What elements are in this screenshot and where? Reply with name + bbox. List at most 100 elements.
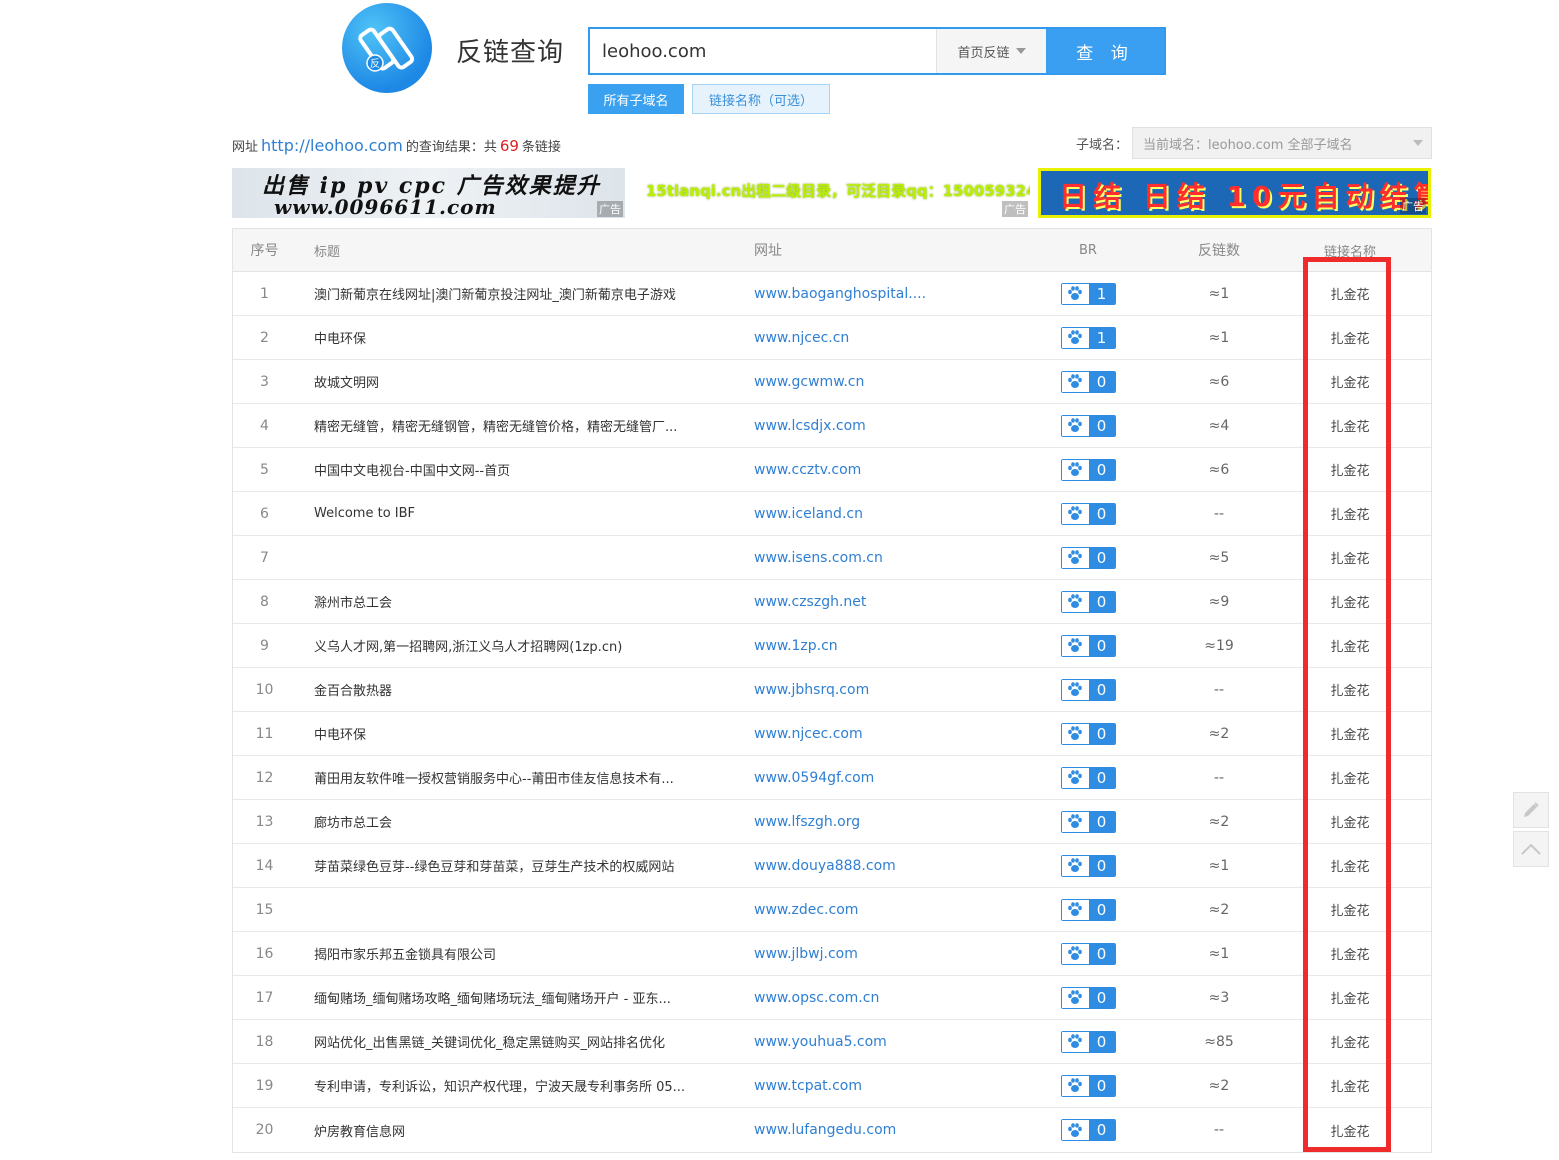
br-badge[interactable]: 0 <box>1060 810 1116 833</box>
table-row: 15 www.zdec.com 0 ≈2 扎金花 <box>233 888 1431 932</box>
row-backlink-count: ≈2 <box>1208 901 1230 918</box>
br-badge[interactable]: 1 <box>1060 282 1116 305</box>
row-index: 12 <box>255 769 274 786</box>
row-url-link[interactable]: www.iceland.cn <box>753 506 1013 522</box>
row-link-name: 扎金花 <box>1330 464 1370 479</box>
ad-banner-2[interactable]: 15tianqi.cn出租二级目录，可泛目录qq：150059324 广告 <box>640 168 1030 218</box>
br-badge[interactable]: 0 <box>1060 1030 1116 1053</box>
row-index: 11 <box>255 725 274 742</box>
row-url-link[interactable]: www.lcsdjx.com <box>753 418 1013 434</box>
row-url-link[interactable]: www.lfszgh.org <box>753 814 1013 830</box>
row-url-link[interactable]: www.0594gf.com <box>753 770 1013 786</box>
chevron-up-icon[interactable] <box>1513 831 1549 867</box>
row-title: 澳门新葡京在线网址|澳门新葡京投注网址_澳门新葡京电子游戏 <box>314 288 676 303</box>
row-url-link[interactable]: www.1zp.cn <box>753 638 1013 654</box>
paw-icon <box>1061 1120 1089 1140</box>
pencil-icon[interactable] <box>1513 792 1549 828</box>
row-br: 0 <box>1013 590 1163 613</box>
table-row: 4 精密无缝管，精密无缝钢管，精密无缝管价格，精密无缝管厂... www.lcsdj… <box>233 404 1431 448</box>
br-badge[interactable]: 0 <box>1060 590 1116 613</box>
subdomain-select[interactable]: 当前域名：leohoo.com 全部子域名 <box>1132 127 1432 159</box>
br-value: 0 <box>1088 811 1115 832</box>
row-url-link[interactable]: www.baoganghospital.... <box>753 286 1013 302</box>
row-url-link[interactable]: www.jlbwj.com <box>753 946 1013 962</box>
br-badge[interactable]: 0 <box>1060 854 1116 877</box>
result-count: 69 <box>499 137 519 155</box>
br-badge[interactable]: 1 <box>1060 326 1116 349</box>
br-badge[interactable]: 0 <box>1060 634 1116 657</box>
row-url-link[interactable]: www.lufangedu.com <box>753 1122 1013 1138</box>
row-backlink-count: ≈3 <box>1208 989 1230 1006</box>
row-backlink-count: ≈5 <box>1208 549 1230 566</box>
row-index: 9 <box>260 637 269 654</box>
br-badge[interactable]: 0 <box>1060 458 1116 481</box>
paw-icon <box>1061 987 1089 1008</box>
row-br: 0 <box>1013 1119 1163 1141</box>
row-backlink-count: -- <box>1213 769 1225 786</box>
br-badge[interactable]: 0 <box>1060 722 1116 745</box>
row-br: 0 <box>1013 898 1163 921</box>
row-title: 精密无缝管，精密无缝钢管，精密无缝管价格，精密无缝管厂... <box>314 420 678 435</box>
row-br: 0 <box>1013 722 1163 745</box>
header-idx: 序号 <box>250 243 279 259</box>
ad-banner-3[interactable]: 日结 日结 10元自动结算 广告 <box>1038 168 1431 218</box>
row-link-name: 扎金花 <box>1330 1080 1370 1095</box>
paw-icon <box>1061 415 1089 436</box>
row-index: 10 <box>255 681 274 698</box>
row-br: 0 <box>1013 414 1163 437</box>
paw-icon <box>1061 855 1089 876</box>
result-summary: 网址 http://leohoo.com 的查询结果：共 69 条链接 <box>232 136 561 155</box>
row-url-link[interactable]: www.douya888.com <box>753 858 1013 874</box>
row-index: 13 <box>255 813 274 830</box>
ad2-text: 15tianqi.cn出租二级目录，可泛目录qq：150059324 <box>646 182 1030 200</box>
search-button[interactable]: 查 询 <box>1046 29 1164 73</box>
all-subdomains-chip[interactable]: 所有子域名 <box>588 84 684 114</box>
row-url-link[interactable]: www.czszgh.net <box>753 594 1013 610</box>
row-link-name: 扎金花 <box>1330 332 1370 347</box>
domain-search-input[interactable] <box>590 29 936 73</box>
queried-url-link[interactable]: http://leohoo.com <box>261 136 403 155</box>
table-row: 20 炉房教育信息网 www.lufangedu.com 0 -- 扎金花 <box>233 1108 1431 1152</box>
row-title: Welcome to IBF <box>314 506 416 521</box>
row-index: 14 <box>255 857 274 874</box>
subdomain-select-value: 当前域名：leohoo.com 全部子域名 <box>1143 137 1353 153</box>
br-value: 0 <box>1088 415 1115 436</box>
br-badge[interactable]: 0 <box>1060 942 1116 965</box>
row-index: 16 <box>255 945 274 962</box>
query-type-select[interactable]: 首页反链 <box>936 29 1046 73</box>
br-badge[interactable]: 0 <box>1060 986 1116 1009</box>
row-url-link[interactable]: www.isens.com.cn <box>753 550 1013 566</box>
ad-banner-1[interactable]: 出售 ip pv cpc 广告效果提升 www.0096611.com 广告 <box>232 168 625 218</box>
row-url-link[interactable]: www.gcwmw.cn <box>753 374 1013 390</box>
br-badge[interactable]: 0 <box>1060 414 1116 437</box>
row-backlink-count: -- <box>1213 1122 1225 1138</box>
br-badge[interactable]: 0 <box>1060 370 1116 393</box>
backlink-table: 序号 标题 网址 BR 反链数 链接名称 1 澳门新葡京在线网址|澳门新葡京投注网… <box>232 228 1432 1153</box>
row-url-link[interactable]: www.njcec.com <box>753 726 1013 742</box>
paw-icon <box>1061 503 1089 524</box>
row-url-link[interactable]: www.njcec.cn <box>753 330 1013 346</box>
row-url-link[interactable]: www.youhua5.com <box>753 1034 1013 1050</box>
br-badge[interactable]: 0 <box>1060 898 1116 921</box>
row-url-link[interactable]: www.opsc.com.cn <box>753 990 1013 1006</box>
row-title: 炉房教育信息网 <box>314 1124 406 1140</box>
br-badge[interactable]: 0 <box>1060 546 1116 569</box>
row-url-link[interactable]: www.jbhsrq.com <box>753 682 1013 698</box>
row-br: 0 <box>1013 546 1163 569</box>
row-br: 0 <box>1013 678 1163 701</box>
row-backlink-count: ≈6 <box>1208 373 1230 390</box>
br-badge[interactable]: 0 <box>1060 766 1116 789</box>
row-title: 揭阳市家乐邦五金锁具有限公司 <box>314 948 497 963</box>
br-badge[interactable]: 0 <box>1060 1119 1116 1141</box>
link-logo-icon[interactable]: 反 <box>342 3 432 93</box>
br-badge[interactable]: 0 <box>1060 678 1116 701</box>
row-url-link[interactable]: www.ccztv.com <box>753 462 1013 478</box>
row-url-link[interactable]: www.tcpat.com <box>753 1078 1013 1094</box>
row-br: 0 <box>1013 766 1163 789</box>
table-row: 13 廊坊市总工会 www.lfszgh.org 0 ≈2 扎金花 <box>233 800 1431 844</box>
header-br: BR <box>1079 242 1097 258</box>
br-badge[interactable]: 0 <box>1060 502 1116 525</box>
link-name-chip[interactable]: 链接名称（可选） <box>692 84 830 114</box>
br-badge[interactable]: 0 <box>1060 1074 1116 1097</box>
row-url-link[interactable]: www.zdec.com <box>753 902 1013 918</box>
